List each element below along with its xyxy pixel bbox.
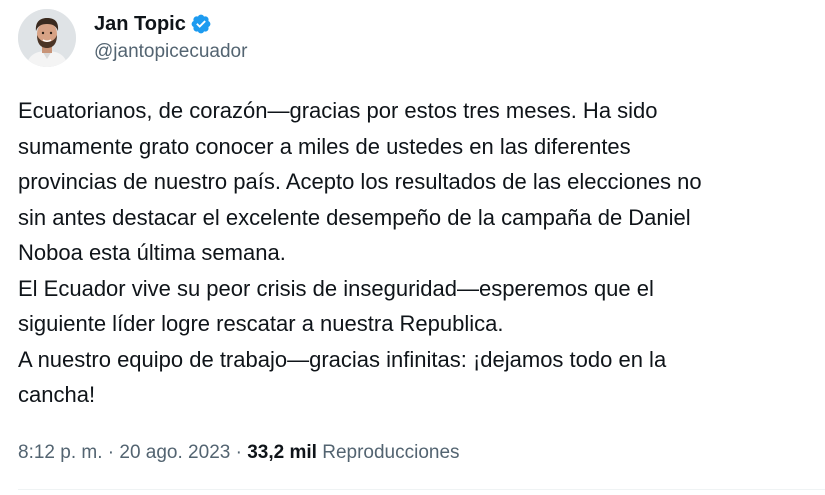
author-names: Jan Topic @jantopicecuador	[94, 12, 247, 64]
profile-photo-icon	[18, 9, 76, 67]
views-count: 33,2 mil	[247, 442, 317, 463]
tweet-date[interactable]: 20 ago. 2023	[119, 442, 230, 463]
tweet-text-line: Ecuatorianos, de corazón—gracias por est…	[18, 98, 658, 123]
tweet-text: Ecuatorianos, de corazón—gracias por est…	[18, 93, 818, 413]
tweet-text-line: siguiente líder logre rescatar a nuestra…	[18, 311, 504, 336]
tweet-text-line: El Ecuador vive su peor crisis de insegu…	[18, 275, 654, 301]
verified-badge-icon[interactable]	[190, 13, 212, 35]
meta-separator: ·	[107, 442, 115, 463]
tweet-text-line: provincias de nuestro país. Acepto los r…	[18, 169, 702, 194]
meta-separator: ·	[235, 442, 242, 463]
tweet-text-line: sumamente grato conocer a miles de usted…	[18, 133, 631, 159]
divider	[18, 489, 825, 490]
tweet-text-line: sin antes destacar el excelente desempeñ…	[18, 204, 691, 230]
tweet-text-line: A nuestro equipo de trabajo—gracias infi…	[18, 346, 667, 372]
tweet-text-line: Noboa esta última semana.	[18, 240, 286, 265]
views-label: Reproducciones	[322, 442, 460, 463]
author-handle[interactable]: @jantopicecuador	[94, 40, 247, 64]
avatar[interactable]	[18, 9, 76, 67]
tweet-header: Jan Topic @jantopicecuador	[18, 8, 247, 68]
author-display-name[interactable]: Jan Topic	[94, 12, 186, 36]
tweet-meta: 8:12 p. m. · 20 ago. 2023 · 33,2 mil Rep…	[18, 440, 460, 466]
name-row: Jan Topic	[94, 12, 247, 36]
tweet-text-line: cancha!	[18, 382, 96, 407]
tweet-time[interactable]: 8:12 p. m.	[18, 442, 103, 463]
tweet: Jan Topic @jantopicecuador Ecuatorianos,…	[0, 0, 825, 495]
